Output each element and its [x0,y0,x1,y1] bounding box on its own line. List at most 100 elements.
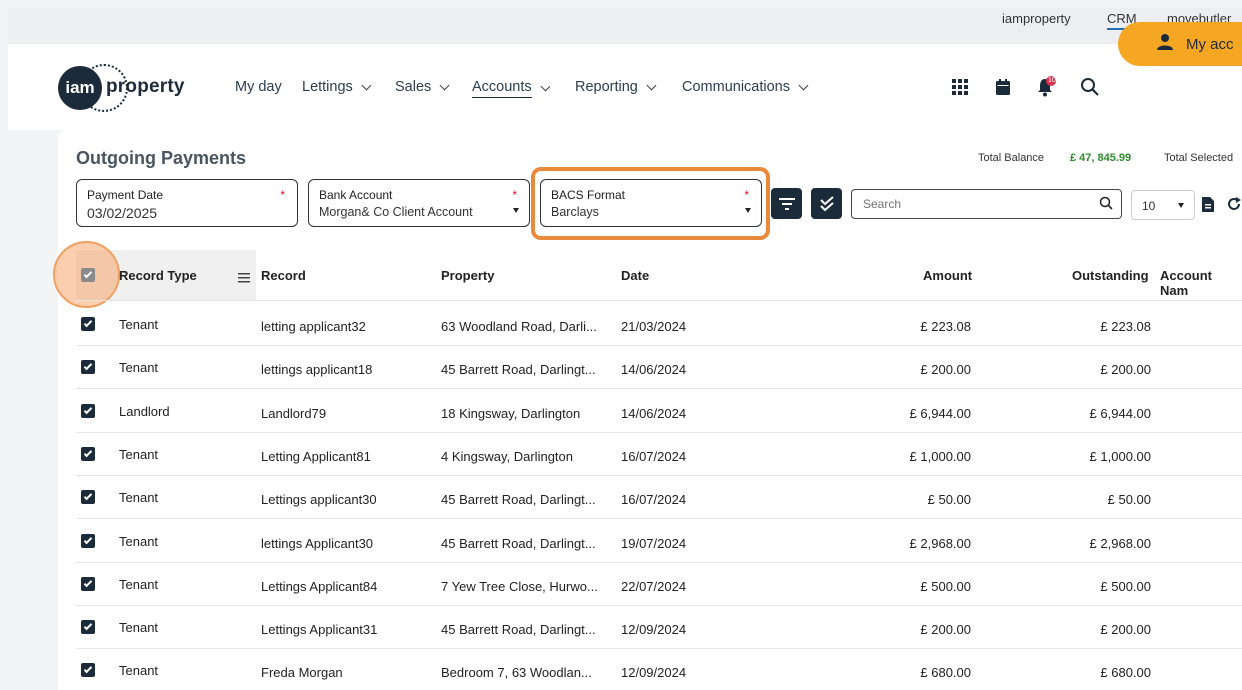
cell-record[interactable]: lettings applicant18 [261,362,372,377]
bacs-format-highlight [531,167,770,240]
cell-record[interactable]: Lettings Applicant84 [261,579,377,594]
table-row[interactable]: Tenant Lettings Applicant31 45 Barrett Roa… [76,606,1242,649]
main-navbar: iam property My day Lettings Sales Accou… [8,44,1242,130]
required-marker: * [512,188,517,202]
cell-property[interactable]: 45 Barrett Road, Darlingt... [441,362,596,377]
total-selected-label: Total Selected [1164,152,1234,164]
table-row[interactable]: Tenant Freda Morgan Bedroom 7, 63 Woodlan.… [76,649,1242,690]
cell-property[interactable]: 45 Barrett Road, Darlingt... [441,492,596,507]
logo-text[interactable]: property [106,76,185,98]
col-header-amount[interactable]: Amount [923,268,972,283]
payment-date-field[interactable]: Payment Date 03/02/2025 * [76,179,298,227]
nav-reporting[interactable]: Reporting [575,79,657,95]
row-checkbox[interactable] [81,490,95,504]
cell-record[interactable]: Landlord79 [261,406,326,421]
table-row[interactable]: Tenant Letting Applicant81 4 Kingsway, Dar… [76,433,1242,476]
cell-property[interactable]: 7 Yew Tree Close, Hurwo... [441,579,598,594]
table-row[interactable]: Tenant Lettings applicant30 45 Barrett Roa… [76,476,1242,519]
cell-outstanding: £ 500.00 [1100,579,1151,594]
row-checkbox[interactable] [81,620,95,634]
col-header-outstanding[interactable]: Outstanding [1072,268,1149,283]
export-file-icon[interactable] [1202,197,1214,217]
bell-icon[interactable]: 10 [1035,76,1057,98]
cell-date: 14/06/2024 [621,362,687,377]
cell-outstanding: £ 6,944.00 [1089,406,1151,421]
caret-down-icon [1178,203,1184,208]
cell-date: 12/09/2024 [621,665,687,680]
row-checkbox[interactable] [81,447,95,461]
search-box[interactable] [851,189,1122,219]
cell-record[interactable]: Lettings Applicant31 [261,622,377,637]
nav-sales[interactable]: Sales [395,79,450,95]
row-checkbox[interactable] [81,534,95,548]
table-row[interactable]: Tenant lettings applicant18 45 Barrett Roa… [76,346,1242,389]
table-row[interactable]: Landlord Landlord79 18 Kingsway, Darlingto… [76,390,1242,433]
nav-my-day[interactable]: My day [235,79,282,95]
col-header-record-type[interactable]: Record Type [119,268,197,283]
row-checkbox[interactable] [81,317,95,331]
row-checkbox[interactable] [81,404,95,418]
page-title: Outgoing Payments [76,148,247,168]
calendar-icon[interactable] [992,76,1014,98]
logo-mark[interactable]: iam [58,66,102,110]
select-all-checkbox[interactable] [81,268,95,282]
select-all-button[interactable] [811,188,842,219]
refresh-icon[interactable] [1226,196,1242,217]
bank-account-select[interactable]: Bank Account Morgan& Co Client Account * [308,179,530,227]
cell-property[interactable]: Bedroom 7, 63 Woodlan... [441,665,592,680]
payment-date-value: 03/02/2025 [87,205,158,221]
search-icon[interactable] [1079,76,1101,98]
nav-communications[interactable]: Communications [682,79,809,95]
cell-date: 22/07/2024 [621,579,687,594]
chevron-down-icon [439,80,450,90]
nav-lettings[interactable]: Lettings [302,79,372,95]
table-row[interactable]: Tenant lettings Applicant30 45 Barrett Roa… [76,520,1242,563]
cell-record-type: Tenant [119,317,159,332]
cell-property[interactable]: 63 Woodland Road, Darli... [441,319,597,334]
search-input[interactable] [852,190,1082,218]
search-icon[interactable] [1099,196,1113,215]
table-row[interactable]: Tenant letting applicant32 63 Woodland Roa… [76,303,1242,346]
cell-record[interactable]: Lettings applicant30 [261,492,377,507]
chevron-down-icon [540,81,551,92]
cell-amount: £ 1,000.00 [909,449,971,464]
cell-amount: £ 223.08 [920,319,971,334]
cell-outstanding: £ 223.08 [1100,319,1151,334]
cell-property[interactable]: 45 Barrett Road, Darlingt... [441,536,596,551]
cell-date: 16/07/2024 [621,492,687,507]
nav-accounts[interactable]: Accounts [472,79,551,98]
top-link-iamproperty[interactable]: iamproperty [1002,11,1071,26]
required-marker: * [280,188,285,202]
row-checkbox[interactable] [81,663,95,677]
col-header-property[interactable]: Property [441,268,494,283]
cell-record[interactable]: Letting Applicant81 [261,449,371,464]
filter-button[interactable] [771,188,802,219]
page-size-select[interactable]: 10 [1131,190,1195,220]
col-header-date[interactable]: Date [621,268,649,283]
cell-outstanding: £ 50.00 [1107,492,1151,507]
cell-record[interactable]: lettings Applicant30 [261,536,373,551]
cell-record-type: Tenant [119,534,159,549]
cell-record-type: Tenant [119,577,159,592]
my-account-button[interactable]: My acc [1118,22,1242,66]
table-row[interactable]: Tenant Lettings Applicant84 7 Yew Tree Clo… [76,563,1242,606]
col-header-record[interactable]: Record [261,268,306,283]
row-checkbox[interactable] [81,360,95,374]
column-menu-icon[interactable] [238,270,250,288]
row-checkbox[interactable] [81,577,95,591]
cell-outstanding: £ 2,968.00 [1089,536,1151,551]
cell-property[interactable]: 4 Kingsway, Darlington [441,449,573,464]
cell-record-type: Tenant [119,620,159,635]
header-divider [76,300,1242,301]
total-balance-label: Total Balance [978,152,1045,164]
cell-date: 12/09/2024 [621,622,687,637]
cell-record[interactable]: Freda Morgan [261,665,343,680]
col-header-account-name[interactable]: Account Nam [1160,268,1242,298]
cell-amount: £ 6,944.00 [909,406,971,421]
cell-record[interactable]: letting applicant32 [261,319,366,334]
cell-property[interactable]: 45 Barrett Road, Darlingt... [441,622,596,637]
double-check-icon [819,195,834,211]
cell-property[interactable]: 18 Kingsway, Darlington [441,406,580,421]
apps-grid-icon[interactable] [949,76,971,98]
cell-record-type: Tenant [119,447,159,462]
